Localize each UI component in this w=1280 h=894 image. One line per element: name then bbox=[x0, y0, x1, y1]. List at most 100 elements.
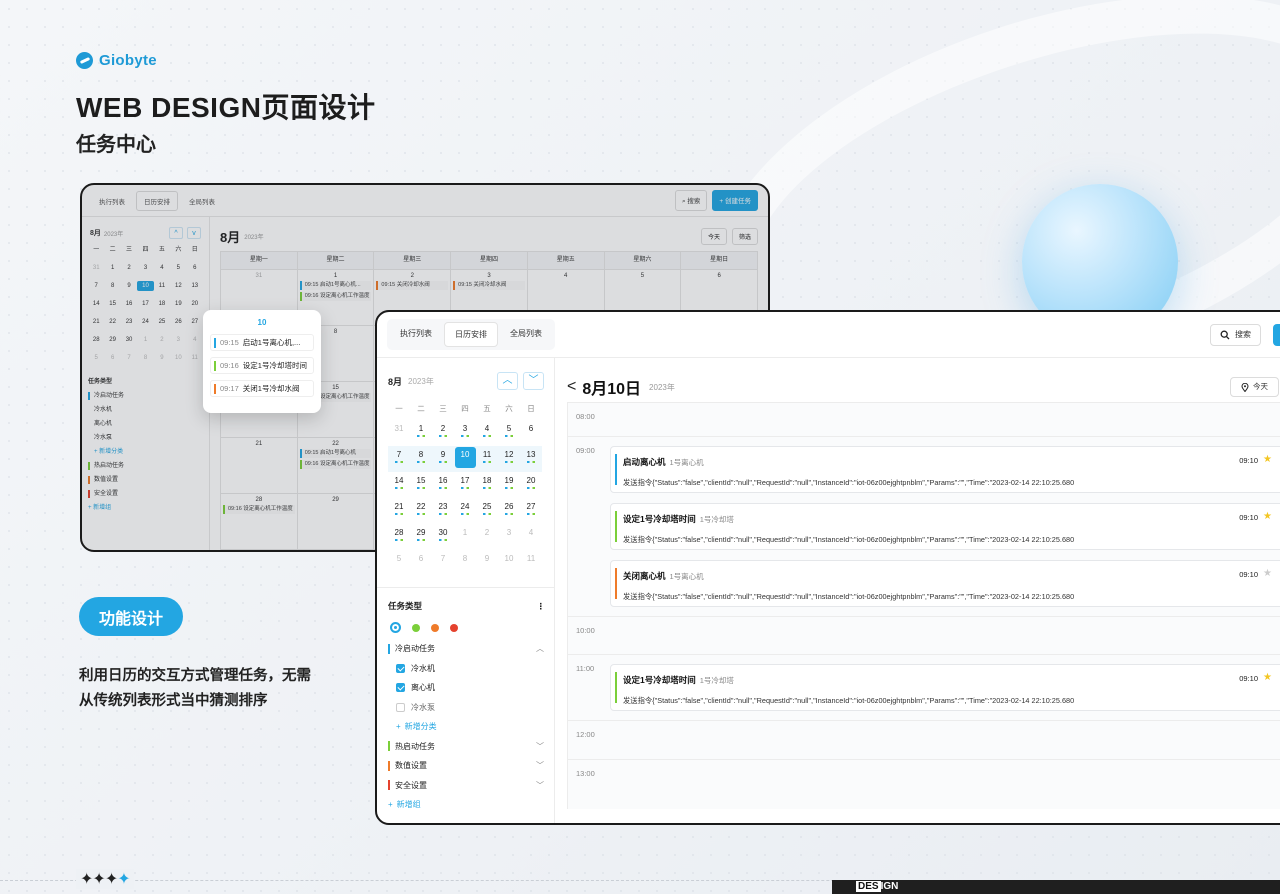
month-event[interactable]: 09:16 设定离心机工作温度 bbox=[299, 292, 372, 301]
day-cell[interactable]: 29 bbox=[410, 524, 432, 550]
day-cell[interactable]: 4 bbox=[476, 420, 498, 446]
day-cell[interactable]: 24 bbox=[137, 317, 153, 327]
day-cell[interactable]: 31 bbox=[388, 420, 410, 446]
group-hot[interactable]: 热启动任务 bbox=[94, 459, 124, 473]
day-cell[interactable]: 11 bbox=[154, 281, 170, 291]
chevron-up-icon[interactable]: ︿ bbox=[536, 643, 544, 654]
day-cell[interactable]: 24 bbox=[454, 498, 476, 524]
group-safety-setting[interactable]: 安全设置 ﹀ bbox=[388, 776, 544, 796]
day-cell[interactable]: 10 bbox=[498, 550, 520, 576]
day-cell[interactable]: 2 bbox=[154, 335, 170, 345]
day-cell[interactable]: 3 bbox=[170, 335, 186, 345]
day-cell[interactable]: 4 bbox=[187, 335, 203, 345]
day-cell[interactable]: 28 bbox=[388, 524, 410, 550]
day-cell[interactable]: 21 bbox=[388, 498, 410, 524]
day-cell-selected[interactable]: 10 bbox=[454, 446, 476, 472]
group-value[interactable]: 数值设置 bbox=[94, 473, 118, 487]
day-cell[interactable]: 6 bbox=[410, 550, 432, 576]
search-button[interactable]: 搜索 bbox=[1210, 323, 1261, 346]
type-item[interactable]: 冷水泵 bbox=[94, 431, 112, 445]
day-cell[interactable]: 27 bbox=[520, 498, 542, 524]
group-value-setting[interactable]: 数值设置 ﹀ bbox=[388, 756, 544, 776]
tab-execution-list[interactable]: 执行列表 bbox=[390, 322, 442, 347]
type-item[interactable]: 离心机 bbox=[94, 417, 112, 431]
group-safe[interactable]: 安全设置 bbox=[94, 487, 118, 501]
month-cell[interactable]: 22 09:15 启动1号离心机 09:16 设定离心机工作温度 bbox=[297, 438, 375, 494]
day-cell[interactable]: 9 bbox=[476, 550, 498, 576]
day-cell[interactable]: 6 bbox=[520, 420, 542, 446]
event-card[interactable]: 设定1号冷却塔时间 1号冷却塔 发送指令{"Status":"false","cl… bbox=[610, 664, 1280, 711]
day-cell[interactable]: 26 bbox=[498, 498, 520, 524]
day-cell[interactable]: 8 bbox=[104, 281, 120, 291]
day-cell[interactable]: 22 bbox=[410, 498, 432, 524]
day-cell[interactable]: 11 bbox=[187, 353, 203, 363]
create-task-button[interactable]: + 创建任务 bbox=[712, 190, 758, 211]
day-cell[interactable]: 9 bbox=[121, 281, 137, 291]
popover-event[interactable]: 09:15 启动1号离心机,... bbox=[210, 334, 314, 351]
month-event[interactable]: 09:15 启动1号离心机 bbox=[299, 449, 372, 458]
day-cell[interactable]: 3 bbox=[454, 420, 476, 446]
color-dot-green[interactable] bbox=[412, 623, 420, 632]
chevron-down-icon[interactable]: ﹀ bbox=[536, 741, 544, 752]
month-cell[interactable]: 21 bbox=[221, 438, 298, 494]
day-cell[interactable]: 9 bbox=[432, 446, 454, 472]
month-event[interactable]: 09:15 关闭冷却水阀 bbox=[453, 281, 525, 290]
day-cell[interactable]: 29 bbox=[104, 335, 120, 345]
popover-event[interactable]: 09:17 关闭1号冷却水阀 bbox=[210, 380, 314, 397]
add-group-link[interactable]: + 新增组 bbox=[88, 501, 111, 515]
time-slot[interactable]: 13:00 bbox=[568, 760, 1280, 799]
add-task-button[interactable]: + bbox=[1273, 323, 1280, 346]
day-cell[interactable]: 14 bbox=[388, 472, 410, 498]
day-cell[interactable]: 7 bbox=[388, 446, 410, 472]
month-cell[interactable]: 28 09:16 设定离心机工作温度 bbox=[221, 494, 298, 550]
day-cell[interactable]: 1 bbox=[137, 335, 153, 345]
color-dot-red[interactable] bbox=[450, 623, 458, 632]
day-cell[interactable]: 5 bbox=[170, 263, 186, 273]
day-cell[interactable]: 30 bbox=[432, 524, 454, 550]
tab-calendar[interactable]: 日历安排 bbox=[136, 190, 178, 211]
day-cell[interactable]: 18 bbox=[154, 299, 170, 309]
day-cell[interactable]: 12 bbox=[498, 446, 520, 472]
day-cell[interactable]: 25 bbox=[154, 317, 170, 327]
day-cell[interactable]: 2 bbox=[432, 420, 454, 446]
chevron-down-icon[interactable]: ﹀ bbox=[536, 780, 544, 791]
day-cell[interactable]: 13 bbox=[187, 281, 203, 291]
tab-execution-list[interactable]: 执行列表 bbox=[92, 192, 132, 210]
day-cell[interactable]: 16 bbox=[121, 299, 137, 309]
day-cell[interactable]: 15 bbox=[410, 472, 432, 498]
filter-button[interactable]: 筛选 bbox=[731, 228, 758, 245]
day-cell[interactable]: 18 bbox=[476, 472, 498, 498]
type-item-centrifuge[interactable]: 离心机 bbox=[388, 678, 544, 698]
tab-calendar[interactable]: 日历安排 bbox=[444, 322, 498, 347]
type-item[interactable]: 冷水机 bbox=[94, 403, 112, 417]
day-cell[interactable]: 17 bbox=[454, 472, 476, 498]
day-cell[interactable]: 31 bbox=[88, 263, 104, 273]
day-cell[interactable]: 20 bbox=[187, 299, 203, 309]
tab-global-list[interactable]: 全局列表 bbox=[182, 192, 222, 210]
day-cell[interactable]: 9 bbox=[154, 353, 170, 363]
chevron-up-icon[interactable]: ︿ bbox=[497, 372, 518, 390]
event-card[interactable]: 设定1号冷却塔时间 1号冷却塔 发送指令{"Status":"false","cl… bbox=[610, 503, 1280, 550]
day-cell[interactable]: 27 bbox=[187, 317, 203, 327]
day-cell[interactable]: 14 bbox=[88, 299, 104, 309]
day-cell[interactable]: 13 bbox=[520, 446, 542, 472]
month-cell[interactable]: 29 bbox=[297, 494, 375, 550]
day-cell[interactable]: 11 bbox=[476, 446, 498, 472]
day-cell[interactable]: 19 bbox=[170, 299, 186, 309]
day-cell[interactable]: 17 bbox=[137, 299, 153, 309]
checkbox[interactable] bbox=[396, 683, 405, 693]
chevron-up-icon[interactable]: ^ bbox=[169, 227, 183, 239]
day-cell[interactable]: 20 bbox=[520, 472, 542, 498]
day-cell[interactable]: 1 bbox=[104, 263, 120, 273]
day-cell[interactable]: 4 bbox=[520, 524, 542, 550]
checkbox[interactable] bbox=[396, 663, 405, 673]
color-dot-blue[interactable] bbox=[390, 622, 401, 633]
chevron-down-icon[interactable]: v bbox=[187, 227, 201, 239]
star-icon[interactable]: ★ bbox=[1263, 672, 1272, 683]
add-category-link[interactable]: + 新增分类 bbox=[388, 717, 544, 737]
day-cell[interactable]: 23 bbox=[432, 498, 454, 524]
day-cell[interactable]: 23 bbox=[121, 317, 137, 327]
star-icon[interactable]: ★ bbox=[1263, 511, 1272, 522]
day-cell[interactable]: 6 bbox=[104, 353, 120, 363]
month-event[interactable]: 09:16 设定离心机工作温度 bbox=[223, 505, 295, 514]
